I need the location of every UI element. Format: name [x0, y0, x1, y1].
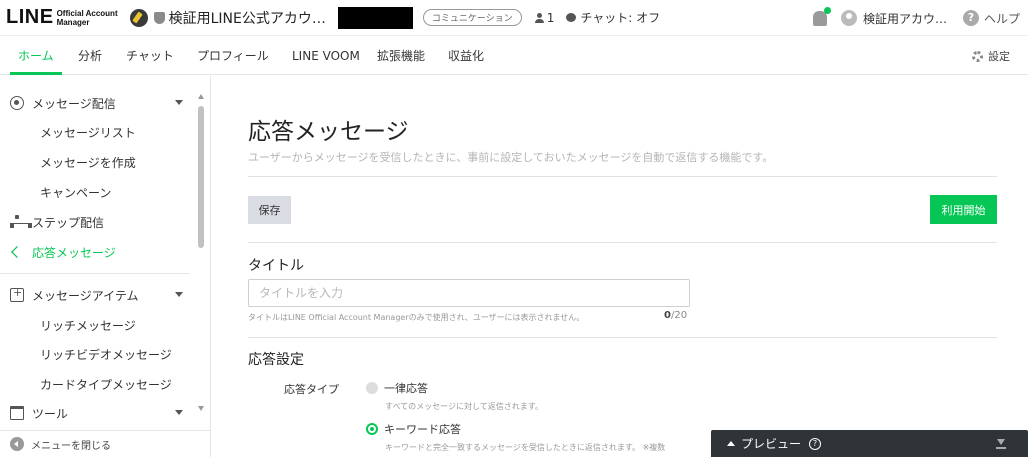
sidebar-item-rich-video[interactable]: リッチビデオメッセージ [0, 339, 195, 369]
sidebar-item-card-message[interactable]: カードタイプメッセージ [0, 369, 195, 399]
divider [248, 242, 997, 243]
sidebar-item-tools[interactable]: ツール [0, 398, 195, 428]
divider [248, 176, 997, 177]
radio-unselected[interactable] [366, 382, 378, 394]
account-avatar-icon[interactable] [129, 8, 148, 27]
logo-wordmark: LINE [6, 6, 54, 28]
collapse-menu-button[interactable]: メニューを閉じる [0, 430, 210, 457]
option-keyword-description: キーワードと完全一致するメッセージを受信したときに返信されます。 ※複数 [385, 443, 666, 452]
preview-label: プレビュー [741, 437, 802, 451]
line-oa-logo[interactable]: LINE Official Account Manager [6, 6, 118, 29]
gear-icon [972, 50, 983, 62]
sidebar-item-message-list[interactable]: メッセージリスト [0, 117, 195, 147]
sidebar-item-message-items[interactable]: メッセージアイテム [0, 280, 195, 310]
radio-option-all[interactable]: 一律応答 [366, 380, 428, 396]
help-link[interactable]: ヘルプ [984, 10, 1020, 27]
divider [248, 337, 997, 338]
help-icon[interactable]: ? [809, 437, 822, 450]
option-all-description: すべてのメッセージに対して返信されます。 [385, 402, 543, 411]
redacted-account-id [337, 6, 413, 29]
preview-panel-toggle[interactable]: プレビュー ? [711, 430, 1028, 457]
download-icon[interactable] [996, 439, 1006, 449]
tab-profile[interactable]: プロフィール [197, 37, 269, 75]
tab-chat[interactable]: チャット [126, 37, 174, 75]
toolbox-icon [10, 406, 24, 420]
sidebar-scrollbar[interactable] [197, 94, 205, 424]
scroll-down-arrow-icon[interactable] [198, 406, 204, 411]
main-nav: ホーム 分析 チャット プロフィール LINE VOOM 拡張機能 収益化 設定 [0, 37, 1028, 75]
radio-option-keyword[interactable]: キーワード応答 [366, 421, 461, 437]
tab-line-voom[interactable]: LINE VOOM [292, 37, 360, 75]
notification-bell-icon[interactable] [812, 6, 831, 26]
add-box-icon [10, 286, 24, 302]
user-name[interactable]: 検証用アカウ… [863, 10, 947, 27]
chevron-down-icon [175, 292, 183, 297]
hierarchy-icon [10, 215, 32, 229]
save-button[interactable]: 保存 [248, 196, 291, 224]
reply-type-label: 応答タイプ [284, 383, 339, 396]
help-icon[interactable]: ? [962, 10, 979, 26]
collapse-left-icon [10, 437, 24, 451]
sidebar-item-rich-message[interactable]: リッチメッセージ [0, 310, 195, 340]
sidebar-item-step-delivery[interactable]: ステップ配信 [0, 207, 195, 237]
sidebar-item-create-message[interactable]: メッセージを作成 [0, 147, 195, 177]
notification-dot [823, 6, 831, 14]
chat-bubble-icon [566, 13, 577, 22]
title-char-counter: 0/20 [664, 310, 688, 321]
main-content: 応答メッセージ ユーザーからメッセージを受信したときに、事前に設定しておいたメッ… [212, 76, 1028, 457]
title-input[interactable] [248, 279, 690, 307]
tab-monetization[interactable]: 収益化 [448, 37, 484, 75]
account-name[interactable]: 検証用LINE公式アカウ… [169, 8, 326, 28]
reply-arrow-icon [11, 246, 23, 258]
settings-link[interactable]: 設定 [972, 37, 1010, 75]
user-avatar-icon[interactable] [840, 10, 857, 26]
shield-icon [153, 11, 165, 24]
sidebar-divider [0, 273, 190, 274]
chat-status[interactable]: チャット: オフ [566, 9, 660, 26]
sidebar: メッセージ配信 メッセージリスト メッセージを作成 キャンペーン ステップ配信 … [0, 76, 211, 457]
broadcast-icon [10, 96, 24, 110]
tab-home[interactable]: ホーム [10, 37, 62, 75]
title-hint: タイトルはLINE Official Account Managerのみで使用さ… [248, 313, 585, 322]
chevron-down-icon [175, 100, 183, 105]
tab-analytics[interactable]: 分析 [78, 37, 102, 75]
scrollbar-thumb[interactable] [198, 106, 204, 248]
logo-subtitle: Official Account Manager [56, 8, 118, 27]
reply-settings-heading: 応答設定 [248, 352, 304, 368]
sidebar-item-message-delivery[interactable]: メッセージ配信 [0, 88, 195, 118]
top-bar: LINE Official Account Manager 検証用LINE公式ア… [0, 0, 1028, 36]
person-icon [534, 12, 544, 23]
scroll-up-arrow-icon[interactable] [198, 94, 204, 99]
sidebar-item-auto-reply[interactable]: 応答メッセージ [0, 237, 195, 267]
start-using-button[interactable]: 利用開始 [930, 195, 997, 224]
tab-extensions[interactable]: 拡張機能 [377, 37, 425, 75]
page-title: 応答メッセージ [248, 119, 409, 145]
page-description: ユーザーからメッセージを受信したときに、事前に設定しておいたメッセージを自動で返… [248, 151, 774, 164]
chevron-down-icon [175, 410, 183, 415]
radio-selected[interactable] [366, 423, 378, 435]
plan-badge: コミュニケーション [422, 9, 522, 26]
member-count[interactable]: 1 [534, 11, 554, 25]
top-right-controls: 検証用アカウ… ? ヘルプ [812, 0, 1020, 36]
title-section-heading: タイトル [248, 258, 304, 274]
sidebar-item-campaign[interactable]: キャンペーン [0, 177, 195, 207]
chevron-up-icon [727, 441, 735, 446]
